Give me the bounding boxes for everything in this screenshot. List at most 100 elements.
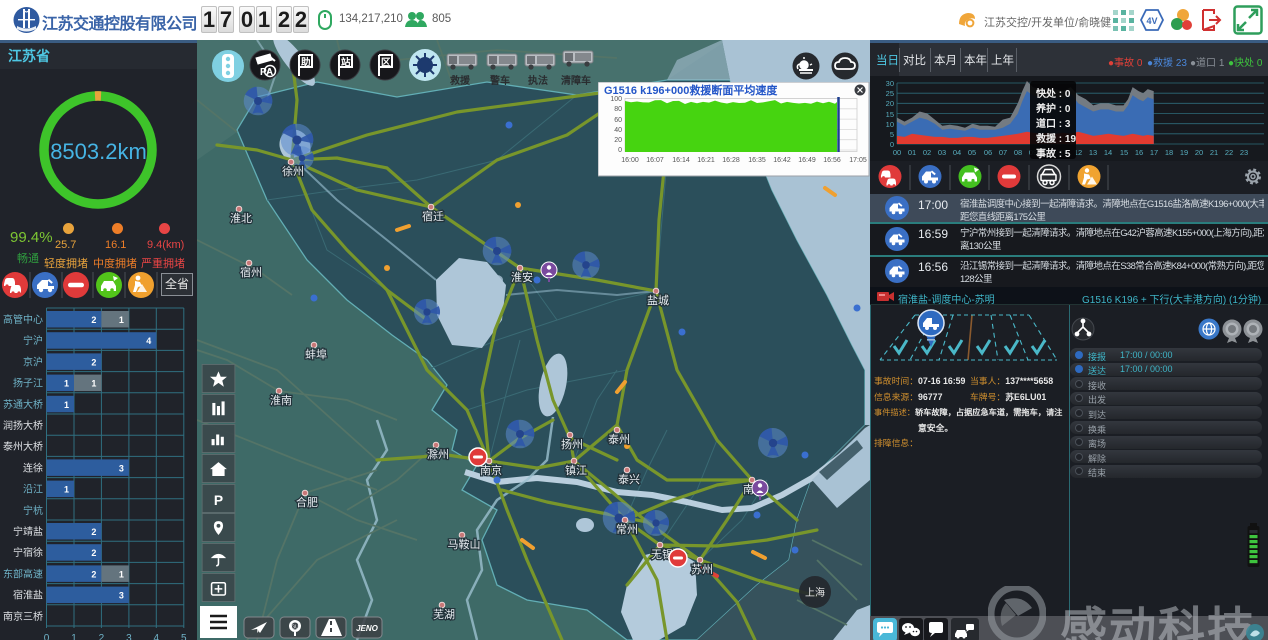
svg-text:滁州: 滁州 <box>427 447 449 461</box>
svg-text:60: 60 <box>614 117 622 124</box>
svg-text:蚌埠: 蚌埠 <box>305 347 327 361</box>
svg-text:芜湖: 芜湖 <box>433 607 455 621</box>
svg-text:18: 18 <box>1165 148 1173 157</box>
svg-text:5: 5 <box>890 130 894 139</box>
svg-text:16:56: 16:56 <box>823 157 841 164</box>
svg-text:20: 20 <box>886 99 894 108</box>
svg-text:宿州: 宿州 <box>240 265 262 279</box>
svg-text:东部高速: 东部高速 <box>3 567 43 580</box>
svg-text:19: 19 <box>1180 148 1188 157</box>
svg-text:JENO: JENO <box>356 624 379 633</box>
svg-text:16:42: 16:42 <box>773 157 791 164</box>
svg-text:03: 03 <box>938 148 946 157</box>
svg-text:宁靖盐: 宁靖盐 <box>13 525 43 538</box>
svg-text:16:07: 16:07 <box>646 157 664 164</box>
svg-text:1: 1 <box>64 400 69 410</box>
svg-text:40: 40 <box>614 127 622 134</box>
svg-text:01: 01 <box>908 148 916 157</box>
svg-text:1: 1 <box>91 379 96 389</box>
svg-text:宿淮盐: 宿淮盐 <box>13 589 43 602</box>
svg-text:05: 05 <box>968 148 976 157</box>
svg-text:2: 2 <box>91 569 96 579</box>
svg-text:P: P <box>214 493 223 508</box>
svg-text:3: 3 <box>119 591 124 601</box>
svg-text:宿迁: 宿迁 <box>422 209 444 223</box>
svg-text:21: 21 <box>1210 148 1218 157</box>
svg-text:区: 区 <box>381 58 391 69</box>
svg-text:16:21: 16:21 <box>697 157 715 164</box>
svg-text:1: 1 <box>119 569 124 579</box>
svg-text:08: 08 <box>1014 148 1022 157</box>
svg-text:G1516 k196+000救援断面平均速度: G1516 k196+000救援断面平均速度 <box>604 83 778 97</box>
svg-text:苏通大桥: 苏通大桥 <box>3 398 43 411</box>
svg-text:2: 2 <box>91 357 96 367</box>
svg-text:23: 23 <box>1240 148 1248 157</box>
svg-text:1: 1 <box>71 633 77 640</box>
svg-text:泰州大桥: 泰州大桥 <box>3 440 43 453</box>
svg-text:淮安: 淮安 <box>511 270 533 284</box>
svg-text:盐城: 盐城 <box>647 294 669 307</box>
svg-text:2: 2 <box>91 548 96 558</box>
svg-text:3: 3 <box>126 633 132 640</box>
svg-text:镇江: 镇江 <box>565 463 587 477</box>
svg-text:14: 14 <box>1104 148 1112 157</box>
svg-text:20: 20 <box>614 137 622 144</box>
svg-text:泰兴: 泰兴 <box>618 472 640 486</box>
svg-text:A: A <box>267 68 273 77</box>
svg-text:苏州: 苏州 <box>691 563 713 576</box>
svg-text:16:35: 16:35 <box>748 157 766 164</box>
svg-text:16: 16 <box>1135 148 1143 157</box>
svg-text:0: 0 <box>618 147 622 154</box>
svg-text:淮南: 淮南 <box>270 394 292 407</box>
svg-text:07: 07 <box>999 148 1007 157</box>
svg-text:2: 2 <box>99 633 105 640</box>
svg-text:17:05: 17:05 <box>849 157 867 164</box>
svg-text:扬子江: 扬子江 <box>13 377 43 390</box>
svg-text:2: 2 <box>91 315 96 325</box>
svg-text:常州: 常州 <box>616 523 638 536</box>
svg-text:沿江: 沿江 <box>23 484 43 496</box>
svg-text:04: 04 <box>953 148 961 157</box>
svg-text:16:28: 16:28 <box>722 157 740 164</box>
svg-text:1: 1 <box>64 485 69 495</box>
svg-text:京沪: 京沪 <box>23 355 43 368</box>
svg-text:15: 15 <box>886 110 894 119</box>
svg-text:南京三桥: 南京三桥 <box>3 610 43 623</box>
svg-text:宁杭: 宁杭 <box>23 504 43 517</box>
svg-text:淮北: 淮北 <box>230 212 252 225</box>
svg-text:4V: 4V <box>1146 16 1157 26</box>
svg-text:徐州: 徐州 <box>282 164 304 178</box>
svg-text:马鞍山: 马鞍山 <box>448 537 481 551</box>
svg-text:4: 4 <box>154 633 160 640</box>
svg-text:25: 25 <box>886 89 894 98</box>
svg-text:15: 15 <box>1120 148 1128 157</box>
svg-text:02: 02 <box>923 148 931 157</box>
svg-text:13: 13 <box>1089 148 1097 157</box>
svg-text:高管中心: 高管中心 <box>3 313 43 326</box>
svg-text:3: 3 <box>119 463 124 473</box>
svg-text:30: 30 <box>886 79 894 88</box>
svg-text:4: 4 <box>146 336 151 346</box>
svg-text:GU: GU <box>291 625 299 631</box>
svg-text:2: 2 <box>91 527 96 537</box>
svg-text:宁沪: 宁沪 <box>23 334 43 347</box>
svg-text:16:14: 16:14 <box>672 157 690 164</box>
svg-text:宁宿徐: 宁宿徐 <box>13 546 43 559</box>
svg-text:22: 22 <box>1225 148 1233 157</box>
svg-text:1: 1 <box>64 379 69 389</box>
svg-text:润扬大桥: 润扬大桥 <box>3 419 43 432</box>
svg-text:泰州: 泰州 <box>608 432 630 446</box>
svg-text:助: 助 <box>301 57 311 69</box>
svg-text:0: 0 <box>44 633 50 640</box>
svg-text:00: 00 <box>893 148 901 157</box>
svg-text:连徐: 连徐 <box>23 461 43 474</box>
svg-text:1: 1 <box>119 315 124 325</box>
svg-text:扬州: 扬州 <box>561 437 583 451</box>
svg-text:合肥: 合肥 <box>296 495 318 509</box>
svg-text:06: 06 <box>984 148 992 157</box>
svg-text:5: 5 <box>181 633 187 640</box>
svg-text:80: 80 <box>614 106 622 113</box>
svg-text:100: 100 <box>610 96 622 103</box>
svg-text:站: 站 <box>341 57 351 69</box>
svg-text:10: 10 <box>886 120 894 129</box>
